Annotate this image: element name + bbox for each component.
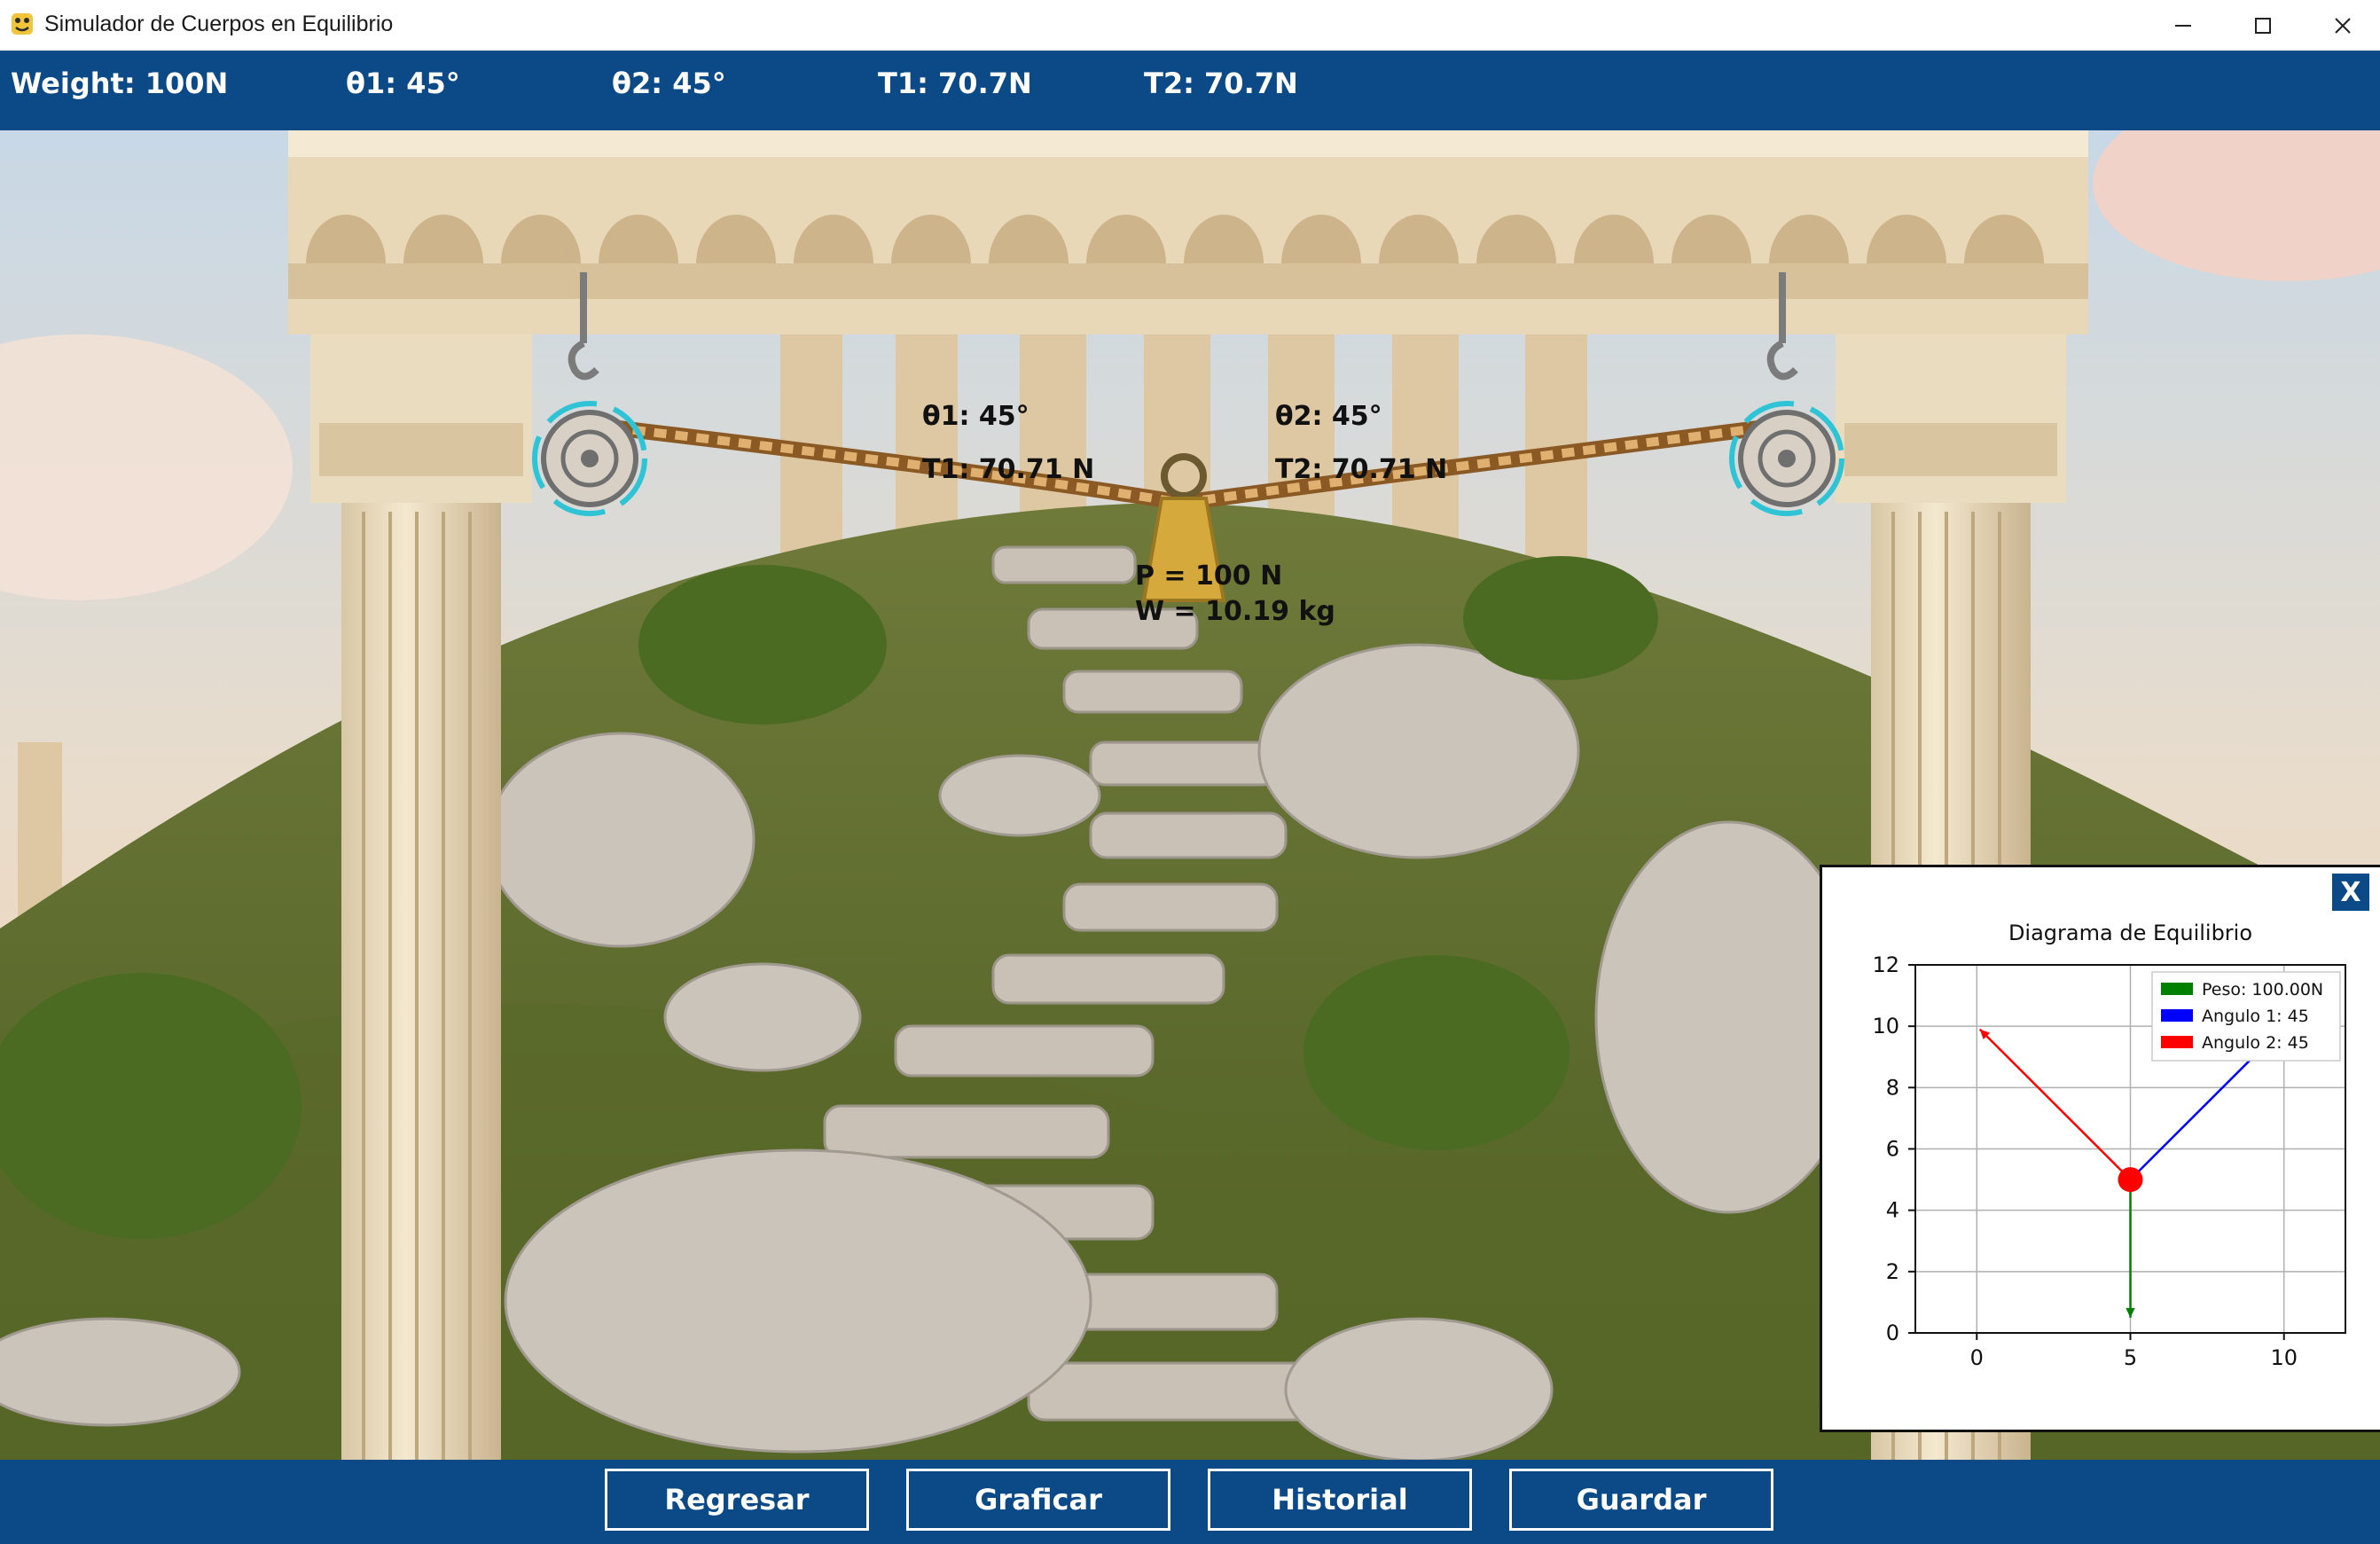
chart-legend-label: Peso: 100.00N [2202, 980, 2323, 999]
back-button[interactable]: Regresar [605, 1469, 869, 1531]
theta2-readout: θ2: 45° [612, 67, 726, 100]
plot-button[interactable]: Graficar [906, 1469, 1170, 1531]
weight-w-label: W = 10.19 kg [1135, 596, 1335, 627]
close-window-button[interactable] [2302, 0, 2380, 51]
chart-y-tick-label: 10 [1872, 1014, 1899, 1038]
status-bar: Weight: 100N θ1: 45° θ2: 45° T1: 70.7N T… [0, 51, 2380, 130]
chart-legend-swatch [2161, 1009, 2193, 1022]
maximize-button[interactable] [2222, 0, 2304, 51]
chart-title: Diagrama de Equilibrio [2008, 921, 2252, 945]
bottom-toolbar: Regresar Graficar Historial Guardar [0, 1460, 2380, 1544]
theta1-readout: θ1: 45° [346, 67, 460, 100]
chart-x-tick-label: 5 [2124, 1345, 2137, 1370]
minimize-icon [2175, 24, 2191, 27]
chart-y-tick-label: 12 [1872, 952, 1899, 977]
equilibrium-diagram-panel: Diagrama de Equilibrio 0 5 10 0 2 4 6 8 10 12 Peso:… [1820, 865, 2380, 1432]
chart-x-tick-label: 0 [1970, 1345, 1984, 1370]
t1-readout: T1: 70.7N [878, 67, 1032, 100]
chart-y-tick-label: 8 [1886, 1075, 1899, 1100]
weight-readout: Weight: 100N [11, 67, 229, 100]
history-button[interactable]: Historial [1208, 1469, 1472, 1531]
window-title: Simulador de Cuerpos en Equilibrio [44, 12, 394, 36]
right-tension-label: T2: 70.71 N [1275, 454, 1448, 485]
chart-y-tick-label: 0 [1886, 1321, 1899, 1345]
left-pulley-icon [532, 401, 647, 516]
title-bar: Simulador de Cuerpos en Equilibrio [0, 0, 2380, 51]
chart-legend-swatch [2161, 983, 2193, 995]
right-angle-label: θ2: 45° [1275, 401, 1382, 432]
left-tension-label: T1: 70.71 N [922, 454, 1095, 485]
chart-legend-label: Angulo 2: 45 [2202, 1033, 2309, 1053]
chart-series-arrow-1 [2126, 1307, 2135, 1318]
close-diagram-button[interactable]: X [2332, 874, 2369, 911]
t2-readout: T2: 70.7N [1144, 67, 1298, 100]
chart-legend-label: Angulo 1: 45 [2202, 1007, 2309, 1026]
maximize-icon [2255, 17, 2271, 34]
chart-legend-swatch [2161, 1036, 2193, 1048]
right-pulley-icon [1729, 401, 1844, 516]
weight-p-label: P = 100 N [1135, 560, 1283, 592]
chart-x-tick-label: 10 [2270, 1345, 2298, 1370]
chart-y-tick-label: 2 [1886, 1259, 1899, 1284]
python-app-icon [12, 13, 33, 35]
left-angle-label: θ1: 45° [922, 401, 1030, 432]
chart-y-tick-label: 6 [1886, 1137, 1899, 1162]
close-icon [2335, 17, 2351, 34]
chart-y-tick-label: 4 [1886, 1198, 1899, 1223]
minimize-button[interactable] [2142, 0, 2224, 51]
save-button[interactable]: Guardar [1509, 1469, 1773, 1531]
equilibrium-chart: Diagrama de Equilibrio 0 5 10 0 2 4 6 8 10 12 Peso:… [1872, 921, 2346, 1370]
chart-series-line-3 [1978, 1028, 2132, 1180]
chart-origin-point [2118, 1167, 2143, 1193]
